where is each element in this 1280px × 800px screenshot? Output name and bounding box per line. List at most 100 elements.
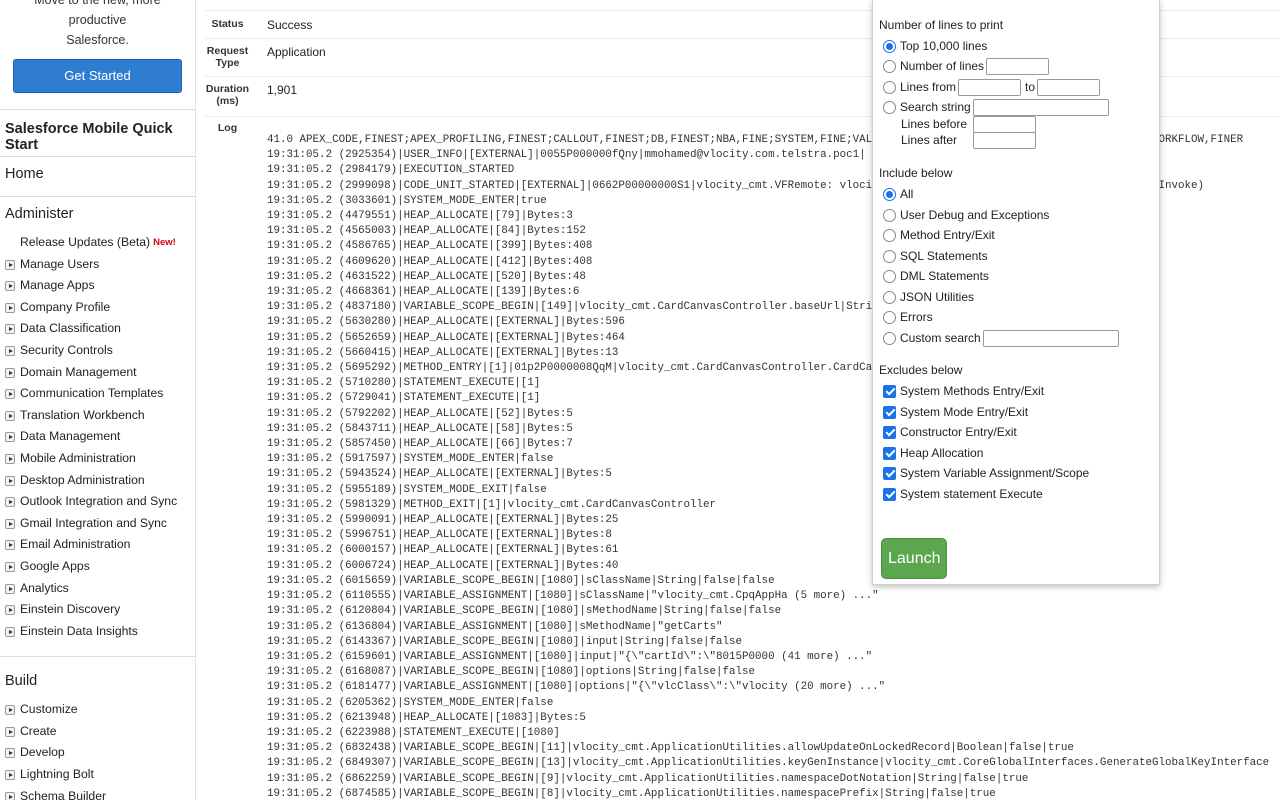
build-heading: Build [5,673,38,690]
sidebar-item-lightning-bolt[interactable]: Lightning Bolt [0,764,195,786]
exclude-checkbox[interactable] [883,384,896,398]
number-of-lines-input[interactable] [986,57,1050,75]
include-radio[interactable] [883,228,896,242]
sidebar-item-data-management[interactable]: Data Management [0,426,195,448]
sidebar-item-outlook-integration-and-sync[interactable]: Outlook Integration and Sync [0,491,195,513]
include-option[interactable]: Custom search [883,329,1119,347]
include-option-label: User Debug and Exceptions [900,208,1050,222]
exclude-checkbox[interactable] [883,466,896,480]
expand-triangle-icon[interactable] [5,748,15,759]
sidebar-item-einstein-data-insights[interactable]: Einstein Data Insights [0,621,195,643]
nav-item-label: Data Classification [20,321,121,336]
lines-before-input[interactable] [973,115,1036,133]
lightning-promo: Move to the new, more productive Salesfo… [0,0,195,93]
sidebar-item-customize[interactable]: Customize [0,699,195,721]
sidebar-item-einstein-discovery[interactable]: Einstein Discovery [0,599,195,621]
exclude-checkbox[interactable] [883,405,896,419]
exclude-option[interactable]: System Variable Assignment/Scope [883,464,1089,482]
expand-triangle-icon[interactable] [5,389,15,400]
sidebar-item-email-administration[interactable]: Email Administration [0,534,195,556]
expand-triangle-icon[interactable] [5,561,15,572]
include-radio[interactable] [883,310,896,324]
expand-triangle-icon[interactable] [5,432,15,443]
option-search-string[interactable]: Search string [883,98,1109,116]
option-number-of-lines[interactable]: Number of lines [883,57,1050,75]
include-option[interactable]: Errors [883,308,933,326]
expand-triangle-icon[interactable] [5,324,15,335]
log-line: 19:31:05.2 (6849307)|VARIABLE_SCOPE_BEGI… [267,757,1270,770]
mobile-quick-start-link[interactable]: Salesforce Mobile Quick Start [0,121,195,153]
sidebar-item-domain-management[interactable]: Domain Management [0,362,195,384]
exclude-option[interactable]: System Mode Entry/Exit [883,403,1028,421]
expand-triangle-icon[interactable] [5,605,15,616]
include-radio[interactable] [883,269,896,283]
expand-triangle-icon[interactable] [5,367,15,378]
expand-triangle-icon[interactable] [5,518,15,529]
option-top-lines[interactable]: Top 10,000 lines [883,37,987,55]
include-radio[interactable] [883,290,896,304]
expand-triangle-icon[interactable] [5,410,15,421]
include-radio[interactable] [883,208,896,222]
include-option[interactable]: User Debug and Exceptions [883,206,1049,224]
release-updates-link[interactable]: Release Updates (Beta) New! [0,232,195,254]
sidebar-item-analytics[interactable]: Analytics [0,578,195,600]
include-option[interactable]: Method Entry/Exit [883,226,995,244]
sidebar-item-company-profile[interactable]: Company Profile [0,297,195,319]
expand-triangle-icon[interactable] [5,540,15,551]
include-option[interactable]: SQL Statements [883,247,988,265]
sidebar-item-mobile-administration[interactable]: Mobile Administration [0,448,195,470]
sidebar-item-develop[interactable]: Develop [0,742,195,764]
expand-triangle-icon[interactable] [5,475,15,486]
include-radio[interactable] [883,331,896,345]
option-lines-range[interactable]: Lines from to [883,78,1101,96]
include-radio[interactable] [883,187,896,201]
log-line: 19:31:05.2 (6136804)|VARIABLE_ASSIGNMENT… [267,620,723,633]
expand-triangle-icon[interactable] [5,705,15,716]
exclude-option[interactable]: System statement Execute [883,485,1043,503]
expand-triangle-icon[interactable] [5,302,15,313]
expand-triangle-icon[interactable] [5,281,15,292]
sidebar-item-communication-templates[interactable]: Communication Templates [0,383,195,405]
exclude-checkbox[interactable] [883,425,896,439]
expand-triangle-icon[interactable] [5,259,15,270]
sidebar-item-gmail-integration-and-sync[interactable]: Gmail Integration and Sync [0,513,195,535]
sidebar-item-google-apps[interactable]: Google Apps [0,556,195,578]
exclude-option[interactable]: Heap Allocation [883,444,983,462]
search-string-input[interactable] [972,98,1109,116]
sidebar-item-manage-apps[interactable]: Manage Apps [0,275,195,297]
expand-triangle-icon[interactable] [5,583,15,594]
lines-to-input[interactable] [1037,78,1101,96]
expand-triangle-icon[interactable] [5,791,15,800]
sidebar-item-create[interactable]: Create [0,721,195,743]
exclude-option[interactable]: Constructor Entry/Exit [883,423,1017,441]
exclude-checkbox[interactable] [883,446,896,460]
home-link[interactable]: Home [0,166,195,188]
expand-triangle-icon[interactable] [5,626,15,637]
expand-triangle-icon[interactable] [5,726,15,737]
expand-triangle-icon[interactable] [5,453,15,464]
sidebar-item-desktop-administration[interactable]: Desktop Administration [0,470,195,492]
include-option[interactable]: DML Statements [883,267,989,285]
custom-search-input[interactable] [982,329,1119,347]
sidebar-item-data-classification[interactable]: Data Classification [0,318,195,340]
sidebar-item-security-controls[interactable]: Security Controls [0,340,195,362]
include-radio[interactable] [883,249,896,263]
lines-from-input[interactable] [958,78,1022,96]
radio-top-lines[interactable] [883,39,896,53]
include-option[interactable]: JSON Utilities [883,288,974,306]
lines-after-input[interactable] [973,131,1036,149]
get-started-button[interactable]: Get Started [13,59,182,93]
sidebar-item-schema-builder[interactable]: Schema Builder [0,786,195,800]
radio-number-of-lines[interactable] [883,59,896,73]
launch-button[interactable]: Launch [881,538,947,579]
expand-triangle-icon[interactable] [5,345,15,356]
exclude-option[interactable]: System Methods Entry/Exit [883,382,1044,400]
expand-triangle-icon[interactable] [5,497,15,508]
exclude-checkbox[interactable] [883,487,896,501]
radio-search-string[interactable] [883,100,896,114]
expand-triangle-icon[interactable] [5,770,15,781]
include-option[interactable]: All [883,185,913,203]
sidebar-item-translation-workbench[interactable]: Translation Workbench [0,405,195,427]
sidebar-item-manage-users[interactable]: Manage Users [0,254,195,276]
radio-lines-range[interactable] [883,80,896,94]
